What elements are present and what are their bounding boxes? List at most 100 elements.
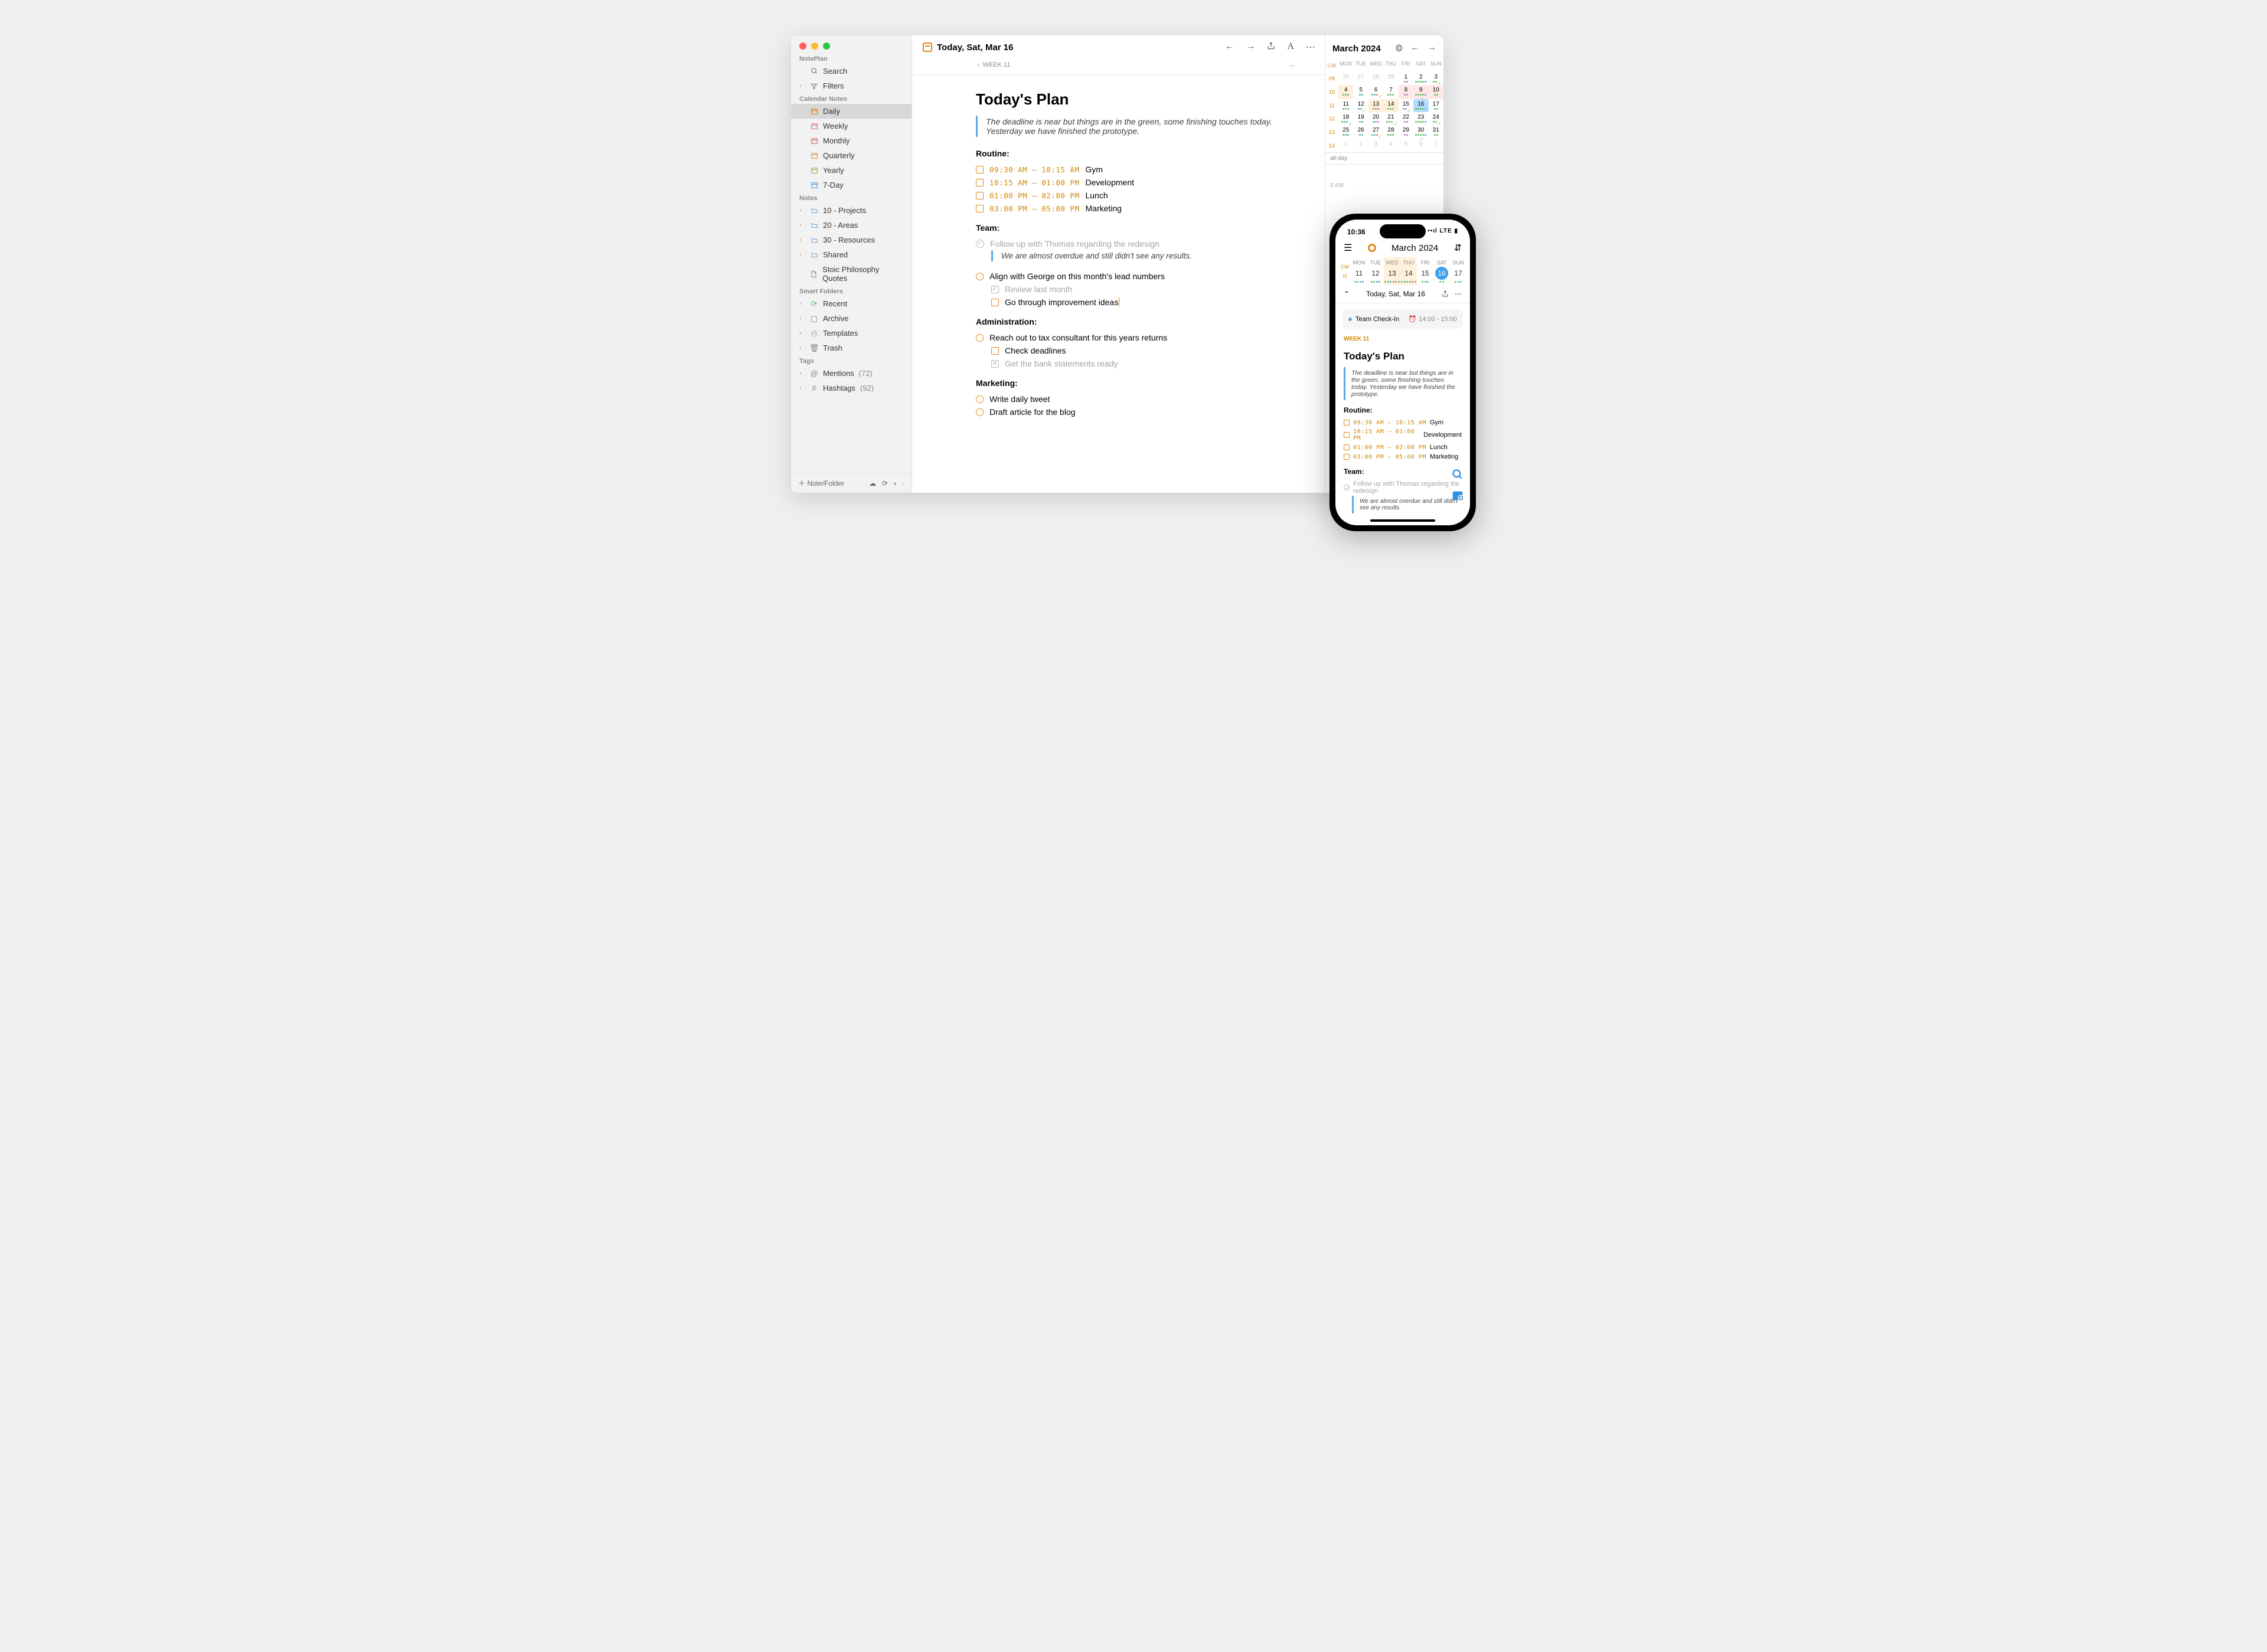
calendar-day[interactable]: 24✓: [1429, 112, 1443, 125]
sidebar-smart-archive[interactable]: ›▢Archive: [791, 311, 912, 326]
app-logo-icon[interactable]: [1368, 244, 1376, 252]
calendar-day[interactable]: 27✓: [1368, 125, 1383, 139]
view-toggle-icon[interactable]: ⇵: [1454, 242, 1462, 254]
calendar-day[interactable]: 9✓: [1413, 85, 1428, 99]
phone-new-event-icon[interactable]: [1451, 489, 1464, 502]
task-circle[interactable]: [976, 395, 984, 403]
sidebar-mentions[interactable]: ›@ Mentions (72): [791, 366, 912, 381]
nav-back-icon[interactable]: ←: [1224, 41, 1234, 53]
calendar-day[interactable]: 14: [1383, 99, 1398, 112]
calendar-day[interactable]: 11: [1338, 99, 1353, 112]
menu-icon[interactable]: ☰: [1344, 242, 1352, 254]
calendar-day[interactable]: 28: [1368, 72, 1383, 85]
sidebar-notes-file[interactable]: › Stoic Philosophy Quotes: [791, 262, 912, 286]
sidebar-smart-recent[interactable]: ›⟳Recent: [791, 296, 912, 311]
phone-note-content[interactable]: Today's Plan The deadline is near but th…: [1335, 348, 1470, 525]
task-circle[interactable]: [976, 408, 984, 416]
calendar-day[interactable]: 29: [1383, 72, 1398, 85]
filters-row[interactable]: › Filters: [791, 78, 912, 93]
calendar-day[interactable]: 19: [1353, 112, 1368, 125]
new-note-folder[interactable]: ＋ Note/Folder: [798, 478, 844, 488]
week-next-icon[interactable]: →: [1289, 61, 1295, 68]
checked-box[interactable]: [991, 286, 999, 293]
calendar-day[interactable]: 12✓: [1353, 99, 1368, 112]
calendar-day[interactable]: 6: [1413, 139, 1428, 152]
calendar-day[interactable]: 13: [1368, 99, 1383, 112]
sidebar-cal-yearly[interactable]: ›Yearly: [791, 163, 912, 178]
calendar-day[interactable]: 26: [1338, 72, 1353, 85]
sidebar-folder[interactable]: ›20 - Areas: [791, 218, 912, 233]
checkbox[interactable]: [976, 205, 984, 212]
share-icon[interactable]: [1267, 41, 1275, 53]
phone-day[interactable]: MON11: [1351, 257, 1367, 285]
note-content[interactable]: Today's Plan The deadline is near but th…: [912, 75, 1325, 430]
checkbox[interactable]: [991, 299, 999, 306]
calendar-day[interactable]: 7: [1383, 85, 1398, 99]
calendar-day[interactable]: 17: [1429, 99, 1443, 112]
calendar-day[interactable]: 18✓: [1338, 112, 1353, 125]
calendar-day[interactable]: 10: [1429, 85, 1443, 99]
share-icon[interactable]: [1442, 290, 1449, 298]
calendar-day[interactable]: 23: [1413, 112, 1428, 125]
calendar-day[interactable]: 22: [1399, 112, 1413, 125]
calendar-day[interactable]: 3✓: [1429, 72, 1443, 85]
next-month-icon[interactable]: →: [1427, 42, 1436, 54]
sync-icon[interactable]: ⟳: [882, 479, 888, 488]
more-icon[interactable]: ⋯: [1306, 41, 1315, 53]
calendar-day[interactable]: 27: [1353, 72, 1368, 85]
cancelled-box[interactable]: [991, 360, 999, 368]
calendar-day[interactable]: 6✓: [1368, 85, 1383, 99]
sidebar-cal-monthly[interactable]: ›Monthly: [791, 133, 912, 148]
sidebar-folder[interactable]: ›Shared: [791, 247, 912, 262]
calendar-day[interactable]: 25: [1338, 125, 1353, 139]
format-icon[interactable]: A: [1287, 41, 1294, 53]
search-row[interactable]: › Search: [791, 64, 912, 78]
gear-icon[interactable]: ⚙: [1395, 42, 1403, 54]
calendar-day[interactable]: 29: [1399, 125, 1413, 139]
calendar-day[interactable]: 1: [1399, 72, 1413, 85]
checkbox[interactable]: [976, 166, 984, 174]
calendar-day[interactable]: 4: [1338, 85, 1353, 99]
phone-event[interactable]: Team Check-In ⏰14:00 - 15:00: [1342, 309, 1463, 329]
sidebar-smart-templates[interactable]: ›⎙Templates: [791, 326, 912, 341]
calendar-day[interactable]: 2: [1353, 139, 1368, 152]
sidebar-cal-7-day[interactable]: ›7-Day: [791, 178, 912, 192]
phone-day[interactable]: SAT16: [1433, 257, 1450, 285]
sidebar-folder[interactable]: ›10 - Projects: [791, 203, 912, 218]
calendar-day[interactable]: 5: [1399, 139, 1413, 152]
sidebar-cal-weekly[interactable]: ›Weekly: [791, 119, 912, 133]
cloud-icon[interactable]: ☁︎: [869, 479, 876, 488]
calendar-day[interactable]: 26: [1353, 125, 1368, 139]
calendar-day[interactable]: 20: [1368, 112, 1383, 125]
sidebar-folder[interactable]: ›30 - Resources: [791, 233, 912, 247]
phone-day[interactable]: THU14: [1400, 257, 1417, 285]
calendar-day[interactable]: 3: [1368, 139, 1383, 152]
task-circle[interactable]: [976, 334, 984, 342]
home-indicator[interactable]: [1370, 519, 1435, 522]
calendar-day[interactable]: 16: [1413, 99, 1428, 112]
maximize-window[interactable]: [823, 42, 830, 50]
calendar-day[interactable]: 31: [1429, 125, 1443, 139]
calendar-day[interactable]: 4: [1383, 139, 1398, 152]
calendar-day[interactable]: 1: [1338, 139, 1353, 152]
phone-week-label[interactable]: WEEK 11: [1335, 335, 1470, 348]
done-checkbox[interactable]: [976, 240, 984, 248]
close-window[interactable]: [799, 42, 806, 50]
checkbox[interactable]: [991, 347, 999, 355]
phone-day[interactable]: WED13: [1384, 257, 1400, 285]
calendar-day[interactable]: 5: [1353, 85, 1368, 99]
task-circle[interactable]: [976, 273, 984, 280]
phone-month-title[interactable]: March 2024: [1391, 243, 1438, 253]
calendar-day[interactable]: 15✓: [1399, 99, 1413, 112]
sidebar-cal-daily[interactable]: ›Daily: [791, 104, 912, 119]
sidebar-cal-quarterly[interactable]: ›Quarterly: [791, 148, 912, 163]
chevron-up-icon[interactable]: ⌃: [1344, 290, 1350, 298]
more-icon[interactable]: ⋯: [1455, 290, 1462, 298]
phone-day[interactable]: FRI15: [1417, 257, 1433, 285]
next-icon[interactable]: ›: [902, 479, 904, 488]
phone-day[interactable]: TUE12: [1367, 257, 1384, 285]
calendar-day[interactable]: 28: [1383, 125, 1398, 139]
nav-forward-icon[interactable]: →: [1246, 41, 1255, 53]
minimize-window[interactable]: [811, 42, 818, 50]
calendar-day[interactable]: 2: [1413, 72, 1428, 85]
